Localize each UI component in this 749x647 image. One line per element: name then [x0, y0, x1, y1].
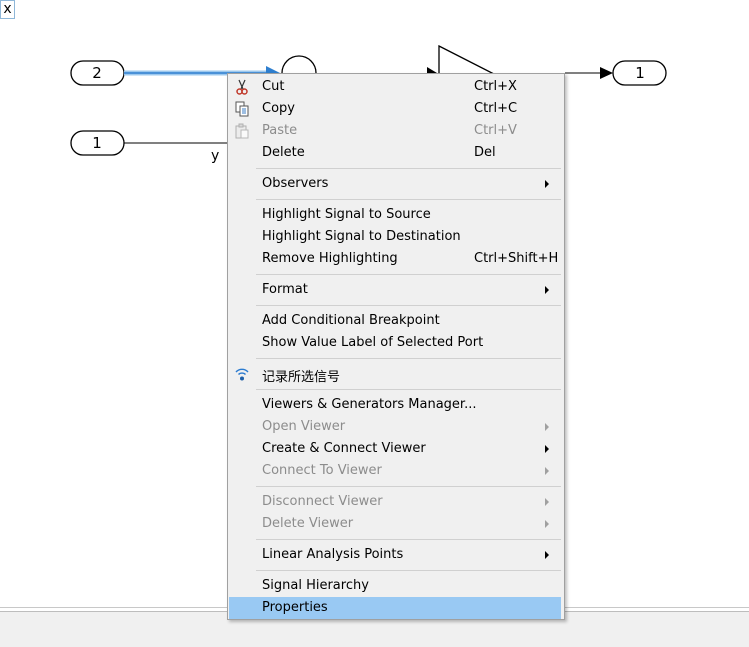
menu-item-cut-shortcut: Ctrl+X: [474, 79, 517, 94]
menu-item-copy[interactable]: Copy Ctrl+C: [229, 98, 561, 120]
menu-separator: [256, 274, 561, 275]
menu-item-highlight-to-destination[interactable]: Highlight Signal to Destination: [229, 226, 561, 248]
submenu-arrow-icon: [545, 498, 549, 506]
submenu-arrow-icon: [545, 423, 549, 431]
menu-item-log-selected-signals-label: 记录所选信号: [262, 370, 341, 385]
menu-item-linear-analysis-points-label: Linear Analysis Points: [262, 547, 404, 562]
menu-item-signal-hierarchy[interactable]: Signal Hierarchy: [229, 575, 561, 597]
menu-item-highlight-to-source[interactable]: Highlight Signal to Source: [229, 204, 561, 226]
menu-item-cut[interactable]: Cut Ctrl+X: [229, 76, 561, 98]
menu-item-show-value-label-label: Show Value Label of Selected Port: [262, 335, 484, 350]
copy-icon: [234, 101, 250, 117]
menu-item-remove-highlighting-label: Remove Highlighting: [262, 251, 398, 266]
menu-item-connect-to-viewer-label: Connect To Viewer: [262, 463, 382, 478]
inport-block-1[interactable]: 1: [70, 130, 125, 156]
submenu-arrow-icon: [545, 180, 549, 188]
menu-separator: [256, 539, 561, 540]
menu-item-signal-hierarchy-label: Signal Hierarchy: [262, 578, 369, 593]
menu-item-connect-to-viewer[interactable]: Connect To Viewer: [229, 460, 561, 482]
menu-item-properties-label: Properties: [262, 600, 328, 615]
submenu-arrow-icon: [545, 520, 549, 528]
menu-separator: [256, 199, 561, 200]
menu-item-cut-label: Cut: [262, 79, 285, 94]
menu-separator: [256, 389, 561, 390]
paste-icon: [234, 123, 250, 139]
menu-item-open-viewer[interactable]: Open Viewer: [229, 416, 561, 438]
menu-item-paste-shortcut: Ctrl+V: [474, 123, 517, 138]
menu-item-create-connect-viewer-label: Create & Connect Viewer: [262, 441, 426, 456]
menu-separator: [256, 305, 561, 306]
menu-item-remove-highlighting[interactable]: Remove Highlighting Ctrl+Shift+H: [229, 248, 561, 270]
menu-item-paste-label: Paste: [262, 123, 298, 138]
menu-item-delete-viewer[interactable]: Delete Viewer: [229, 513, 561, 535]
submenu-arrow-icon: [545, 467, 549, 475]
menu-separator: [256, 168, 561, 169]
signal-line-output[interactable]: [565, 67, 613, 79]
menu-item-linear-analysis-points[interactable]: Linear Analysis Points: [229, 544, 561, 566]
signal-logging-icon: [234, 366, 250, 382]
menu-item-open-viewer-label: Open Viewer: [262, 419, 346, 434]
menu-item-format-label: Format: [262, 282, 308, 297]
menu-item-format[interactable]: Format: [229, 279, 561, 301]
menu-item-delete[interactable]: Delete Del: [229, 142, 561, 164]
inport-block-2[interactable]: 2: [70, 60, 125, 86]
menu-item-remove-highlighting-shortcut: Ctrl+Shift+H: [474, 251, 559, 266]
menu-item-observers-label: Observers: [262, 176, 329, 191]
outport-1-number: 1: [635, 64, 645, 82]
outport-block-1[interactable]: 1: [612, 60, 667, 86]
menu-item-add-conditional-breakpoint-label: Add Conditional Breakpoint: [262, 313, 440, 328]
menu-item-delete-label: Delete: [262, 145, 305, 160]
menu-separator: [256, 358, 561, 359]
menu-item-delete-shortcut: Del: [474, 145, 496, 160]
menu-item-copy-shortcut: Ctrl+C: [474, 101, 518, 116]
menu-item-disconnect-viewer[interactable]: Disconnect Viewer: [229, 491, 561, 513]
signal-label-y[interactable]: y: [211, 148, 219, 164]
submenu-arrow-icon: [545, 286, 549, 294]
menu-item-create-connect-viewer[interactable]: Create & Connect Viewer: [229, 438, 561, 460]
menu-separator: [256, 486, 561, 487]
menu-item-show-value-label[interactable]: Show Value Label of Selected Port: [229, 332, 561, 354]
menu-item-viewers-generators-manager-label: Viewers & Generators Manager...: [262, 397, 477, 412]
context-menu: Cut Ctrl+X Copy Ctrl+C Paste Ctrl+V Dele…: [227, 73, 565, 620]
menu-item-highlight-to-destination-label: Highlight Signal to Destination: [262, 229, 461, 244]
inport-1-number: 1: [92, 134, 102, 152]
menu-item-copy-label: Copy: [262, 101, 295, 116]
menu-item-delete-viewer-label: Delete Viewer: [262, 516, 354, 531]
menu-item-properties[interactable]: Properties: [229, 597, 561, 619]
menu-item-observers[interactable]: Observers: [229, 173, 561, 195]
menu-item-viewers-generators-manager[interactable]: Viewers & Generators Manager...: [229, 394, 561, 416]
submenu-arrow-icon: [545, 445, 549, 453]
menu-item-add-conditional-breakpoint[interactable]: Add Conditional Breakpoint: [229, 310, 561, 332]
menu-item-disconnect-viewer-label: Disconnect Viewer: [262, 494, 383, 509]
menu-item-highlight-to-source-label: Highlight Signal to Source: [262, 207, 431, 222]
menu-item-log-selected-signals[interactable]: 记录所选信号: [229, 363, 561, 385]
inport-2-number: 2: [92, 64, 102, 82]
menu-item-paste[interactable]: Paste Ctrl+V: [229, 120, 561, 142]
submenu-arrow-icon: [545, 551, 549, 559]
menu-separator: [256, 570, 561, 571]
scissors-icon: [234, 79, 250, 95]
